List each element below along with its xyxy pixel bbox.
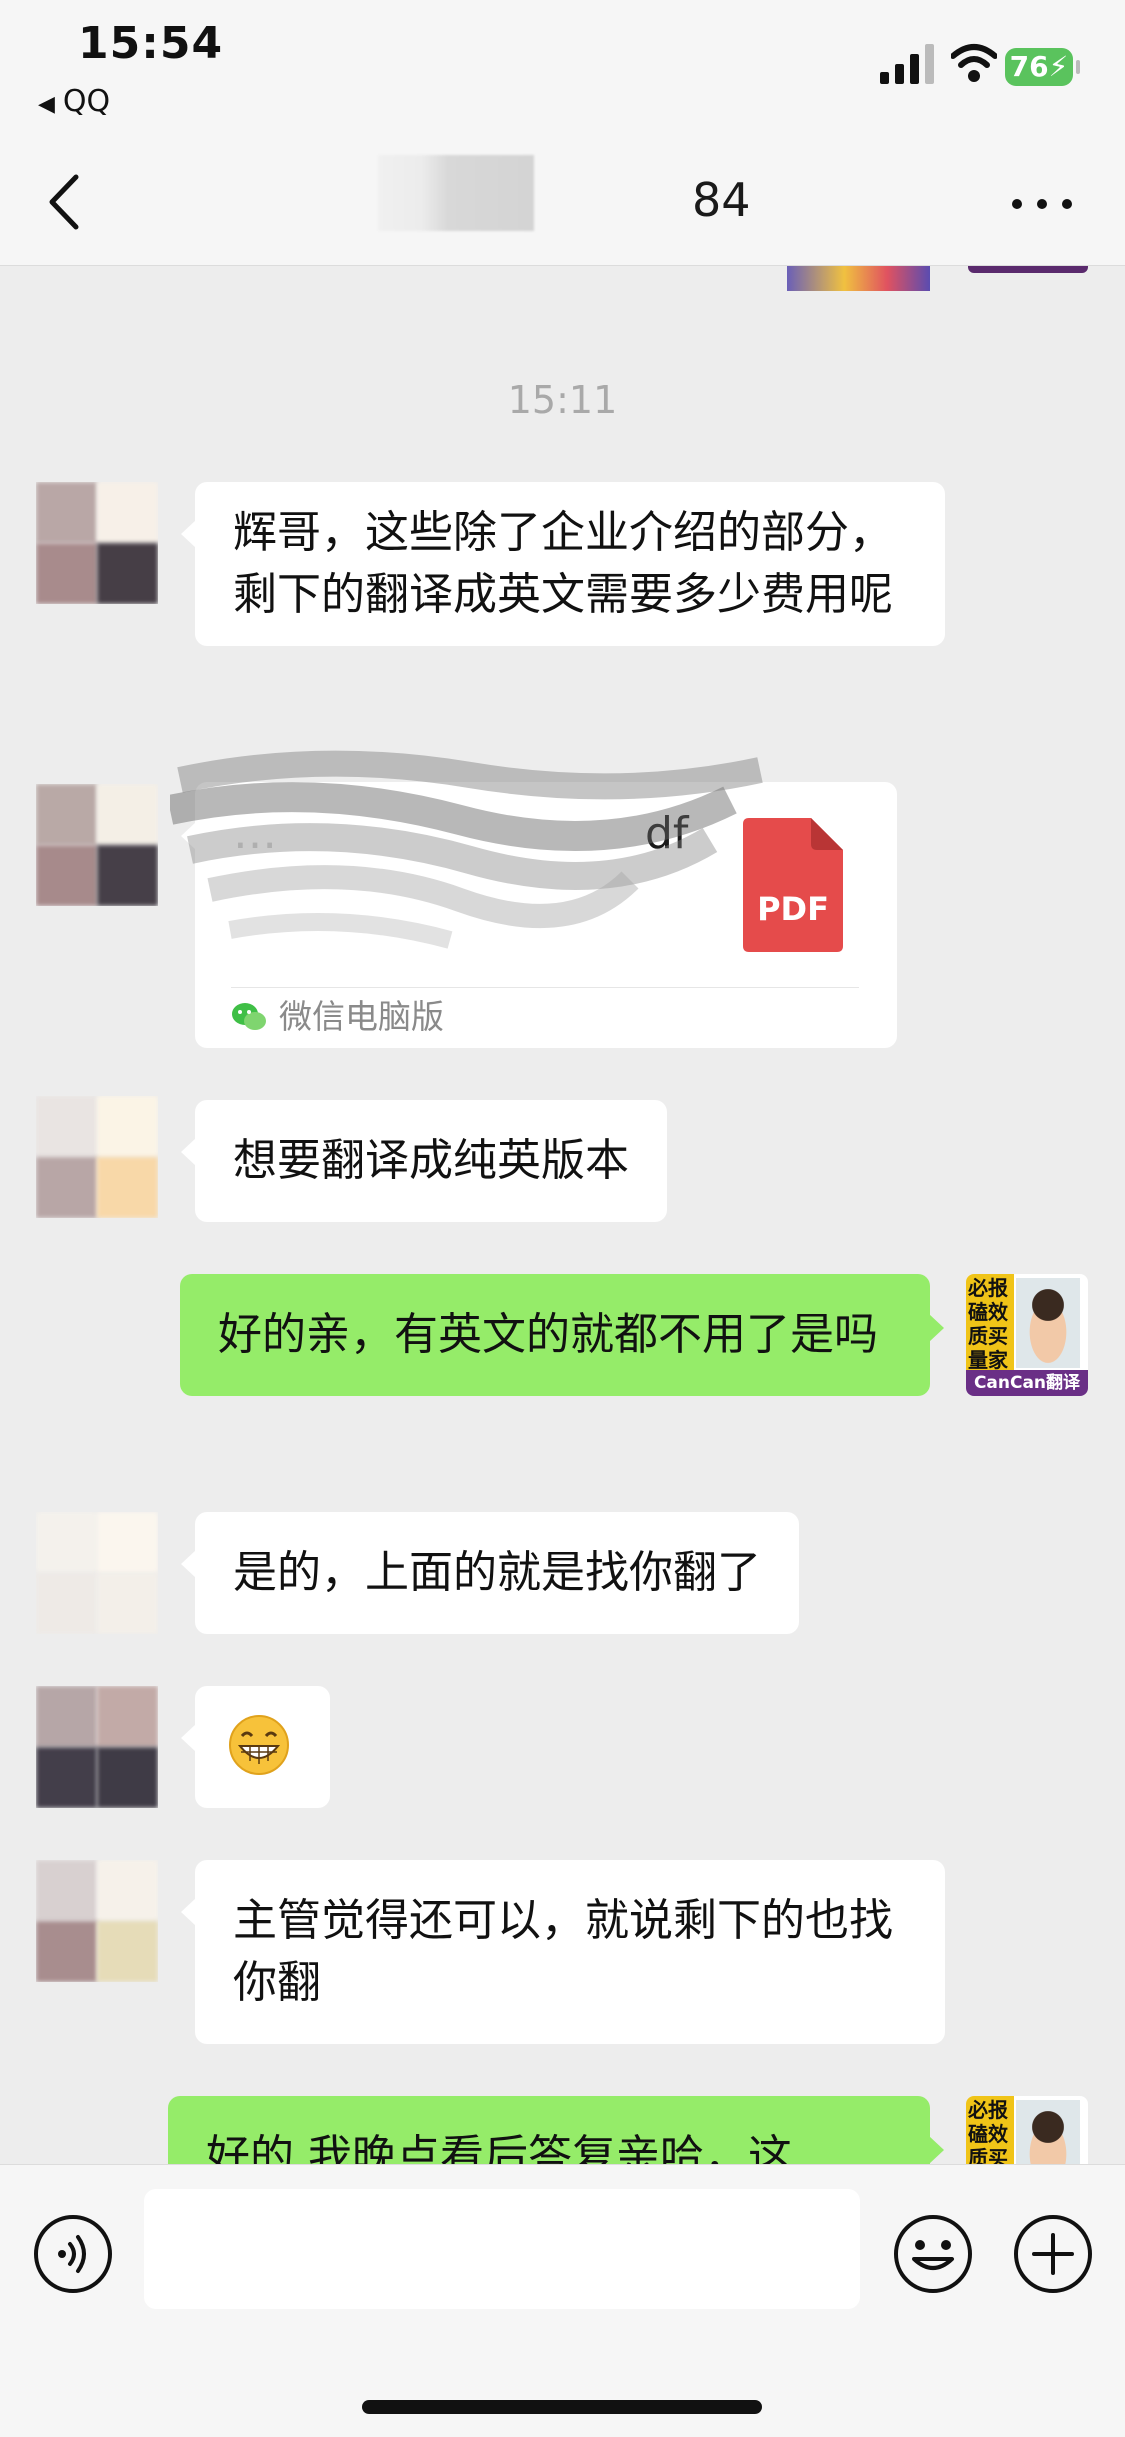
wechat-icon xyxy=(232,1003,266,1030)
home-indicator[interactable] xyxy=(362,2400,762,2414)
my-avatar[interactable]: 必报磕效质买量家 CanCan翻译 xyxy=(966,1274,1088,1396)
avatar-tag: 必报磕效质买量家 xyxy=(966,1274,1014,1372)
contact-avatar[interactable] xyxy=(36,482,158,604)
message-bubble-incoming[interactable]: 想要翻译成纯英版本 xyxy=(181,1100,667,1222)
contact-avatar[interactable] xyxy=(36,1686,158,1808)
battery-level: 76 xyxy=(1009,50,1049,83)
cellular-signal-icon xyxy=(880,44,934,84)
contact-avatar[interactable] xyxy=(36,1860,158,1982)
chat-title-redacted xyxy=(378,155,534,231)
message-text: 好的亲，有英文的就都不用了是吗 xyxy=(218,1309,878,1360)
message-bubble-incoming[interactable]: 是的，上面的就是找你翻了 xyxy=(181,1512,799,1634)
battery-icon: 76⚡ xyxy=(1005,48,1073,86)
message-timestamp: 15:11 xyxy=(507,378,618,422)
message-bubble-incoming[interactable]: 辉哥，这些除了企业介绍的部分，剩下的翻译成英文需要多少费用呢 xyxy=(181,482,945,646)
status-time: 15:54 xyxy=(78,18,224,69)
previous-image-edge xyxy=(787,265,930,291)
plus-icon[interactable] xyxy=(1012,2213,1094,2295)
chat-input-bar xyxy=(0,2164,1125,2437)
back-to-app-link[interactable]: ◀ QQ xyxy=(38,84,110,119)
message-text: 辉哥，这些除了企业介绍的部分，剩下的翻译成英文需要多少费用呢 xyxy=(233,507,893,620)
chat-title: 84 xyxy=(692,173,751,227)
file-card-divider xyxy=(231,987,859,988)
message-bubble-outgoing[interactable]: 好的亲，有英文的就都不用了是吗 xyxy=(180,1274,944,1396)
back-triangle-icon: ◀ xyxy=(38,92,55,117)
back-arrow-icon[interactable] xyxy=(42,173,90,231)
file-source-label: 微信电脑版 xyxy=(279,997,444,1036)
contact-avatar[interactable] xyxy=(36,784,158,906)
wifi-icon xyxy=(951,44,997,82)
message-input[interactable] xyxy=(144,2189,860,2309)
message-text: 想要翻译成纯英版本 xyxy=(233,1135,629,1186)
battery-tip xyxy=(1076,60,1080,74)
emoji-icon[interactable] xyxy=(892,2213,974,2295)
grin-emoji xyxy=(229,1715,289,1775)
more-dots-icon[interactable] xyxy=(1012,187,1072,217)
avatar-photo xyxy=(1016,1278,1080,1368)
message-text: 是的，上面的就是找你翻了 xyxy=(233,1547,761,1598)
message-text: 主管觉得还可以，就说剩下的也找你翻 xyxy=(233,1895,893,2008)
message-bubble-incoming[interactable]: 主管觉得还可以，就说剩下的也找你翻 xyxy=(181,1860,945,2044)
contact-avatar[interactable] xyxy=(36,1096,158,1218)
previous-avatar-edge xyxy=(968,265,1088,273)
status-bar: 15:54 ◀ QQ 76⚡ xyxy=(0,0,1125,135)
redaction-scribble xyxy=(170,750,763,949)
contact-avatar[interactable] xyxy=(36,1512,158,1634)
avatar-brand: CanCan翻译 xyxy=(966,1370,1088,1396)
back-app-label: QQ xyxy=(62,84,111,119)
voice-icon[interactable] xyxy=(32,2213,114,2295)
chat-header: 84 xyxy=(0,135,1125,266)
